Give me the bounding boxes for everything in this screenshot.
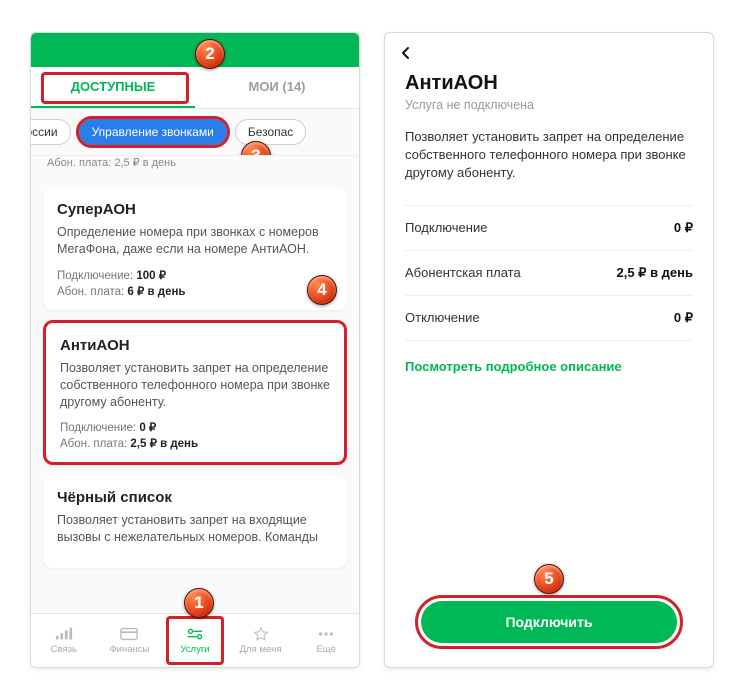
chip-security[interactable]: Безопас — [235, 119, 307, 145]
row-connect: Подключение 0 ₽ — [405, 206, 693, 251]
connect-button[interactable]: Подключить — [421, 601, 677, 643]
sliders-icon — [186, 627, 204, 641]
card-icon — [120, 627, 138, 641]
filter-chips: о России Управление звонками Безопас 3 — [31, 109, 359, 156]
tab-mine[interactable]: МОИ (14) — [195, 67, 359, 108]
signal-icon — [55, 627, 73, 641]
row-disconnect: Отключение 0 ₽ — [405, 296, 693, 341]
chip-russia[interactable]: о России — [31, 119, 71, 145]
service-card-superaon[interactable]: СуперАОН Определение номера при звонках … — [43, 187, 347, 310]
tab-available[interactable]: ДОСТУПНЫЕ — [31, 67, 195, 108]
detail-description: Позволяет установить запрет на определен… — [405, 128, 693, 183]
cards-scroll: СуперАОН Определение номера при звонках … — [31, 177, 359, 651]
header-green: 2 — [31, 33, 359, 67]
services-list-screen: 2 ДОСТУПНЫЕ МОИ (14) о России Управление… — [30, 32, 360, 668]
service-card-antiaon[interactable]: АнтиАОН Позволяет установить запрет на о… — [43, 320, 347, 466]
price-table: Подключение 0 ₽ Абонентская плата 2,5 ₽ … — [405, 205, 693, 341]
card-title: АнтиАОН — [60, 337, 330, 354]
tabs: ДОСТУПНЫЕ МОИ (14) — [31, 67, 359, 109]
nav-for-me[interactable]: Для меня — [228, 614, 294, 667]
service-card-blacklist[interactable]: Чёрный список Позволяет установить запре… — [43, 475, 347, 568]
back-button[interactable] — [385, 33, 713, 66]
detail-subtitle: Услуга не подключена — [405, 98, 693, 112]
service-detail-screen: АнтиАОН Услуга не подключена Позволяет у… — [384, 32, 714, 668]
bottom-nav: Связь Финансы Услуги Для меня Ещё 1 — [31, 613, 359, 667]
card-title: Чёрный список — [57, 489, 333, 506]
callout-badge-2: 2 — [195, 39, 225, 69]
nav-more[interactable]: Ещё — [293, 614, 359, 667]
nav-connectivity[interactable]: Связь — [31, 614, 97, 667]
chips-meta: Абон. плата: 2,5 ₽ в день — [31, 156, 359, 177]
card-desc: Определение номера при звонках с номеров… — [57, 224, 333, 258]
detail-link[interactable]: Посмотреть подробное описание — [405, 359, 693, 374]
callout-badge-5: 5 — [534, 564, 564, 594]
card-connect: Подключение: 100 ₽ — [57, 268, 333, 282]
row-fee: Абонентская плата 2,5 ₽ в день — [405, 251, 693, 296]
card-title: СуперАОН — [57, 201, 333, 218]
chevron-left-icon — [399, 46, 413, 60]
card-desc: Позволяет установить запрет на входящие … — [57, 512, 333, 546]
card-desc: Позволяет установить запрет на определен… — [60, 360, 330, 411]
star-icon — [252, 627, 270, 641]
nav-services[interactable]: Услуги — [162, 614, 228, 667]
card-fee: Абон. плата: 2,5 ₽ в день — [60, 436, 330, 450]
card-connect: Подключение: 0 ₽ — [60, 420, 330, 434]
chip-call-management[interactable]: Управление звонками — [79, 119, 227, 145]
nav-finances[interactable]: Финансы — [97, 614, 163, 667]
dots-icon — [317, 627, 335, 641]
card-fee: Абон. плата: 6 ₽ в день — [57, 284, 333, 298]
detail-title: АнтиАОН — [405, 72, 693, 95]
